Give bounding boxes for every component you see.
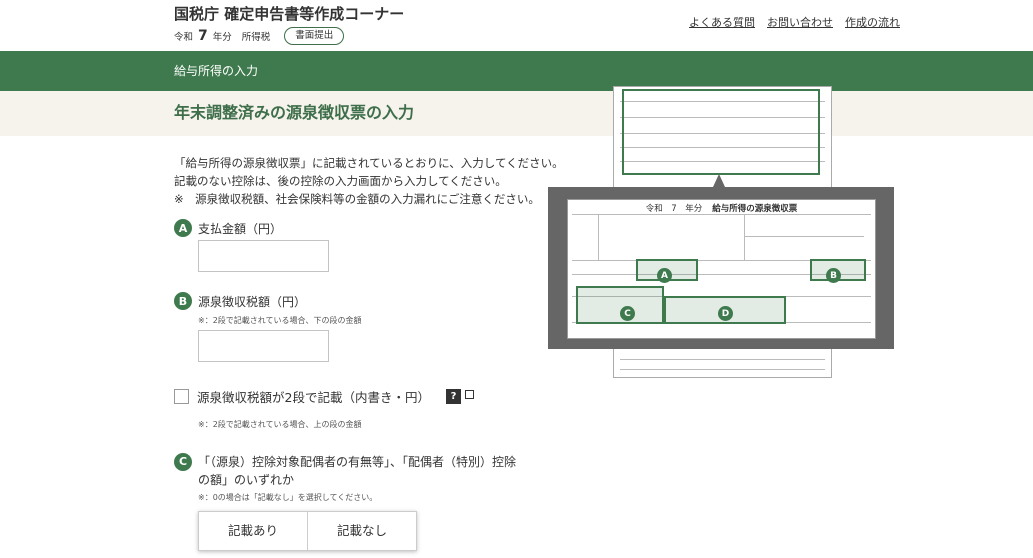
option-absent-button[interactable]: 記載なし [308,511,417,551]
help-icon[interactable]: ? [445,389,461,404]
payment-amount-label-row: A 支払金額（円） [174,219,282,237]
marker-a-badge: A [174,219,192,237]
intro-line: 「給与所得の源泉徴収票」に記載されているとおりに、入力してください。 [174,156,564,170]
page-title: 年末調整済みの源泉徴収票の入力 [0,91,1033,136]
two-row-checkbox[interactable] [174,389,189,404]
slip-highlight-region [622,89,820,175]
spouse-deduction-label: 「（源泉）控除対象配偶者の有無等」、「配偶者（特別）控除の額」のいずれか [198,455,517,487]
year-unit: 年分 [212,32,232,43]
payment-amount-input[interactable] [198,240,329,272]
flow-link[interactable]: 作成の流れ [845,14,900,30]
two-row-label: 源泉徴収税額が2段で記載（内書き・円） [197,390,430,405]
spouse-deduction-label-row: C 「（源泉）控除対象配偶者の有無等」、「配偶者（特別）控除の額」のいずれか [174,453,522,489]
withholding-tax-input[interactable] [198,330,329,362]
withholding-tax-note: ※：2段で記載されている場合、下の段の金額 [198,316,362,325]
intro-line: 記載のない控除は、後の控除の入力画面から入力してください。 [174,174,507,188]
era-label: 令和 [174,32,194,43]
two-row-note: ※：2段で記載されている場合、上の段の金額 [198,420,362,429]
slip-marker-a: A [657,268,672,283]
zoomed-slip: 令和 7 年分 給与所得の源泉徴収票 A B C D [567,199,876,339]
site-title: 国税庁 確定申告書等作成コーナー [174,5,405,23]
spouse-deduction-note: ※：0の場合は「記載なし」を選択してください。 [198,493,378,502]
top-links: よくある質問 お問い合わせ 作成の流れ [689,14,900,30]
two-row-checkbox-row: 源泉徴収税額が2段で記載（内書き・円） ? [174,387,474,406]
slip-title-text: 給与所得の源泉徴収票 [712,204,798,214]
paper-submission-button[interactable]: 書面提出 [284,27,345,45]
header: 国税庁 確定申告書等作成コーナー 令和 7 年分 所得税 書面提出 よくある質問… [0,0,1033,51]
tax-type: 所得税 [241,32,271,43]
marker-c-badge: C [174,453,192,471]
payment-amount-label: 支払金額（円） [198,221,283,236]
marker-b-badge: B [174,292,192,310]
withholding-tax-label: 源泉徴収税額（円） [198,294,307,309]
slip-marker-c: C [620,306,635,321]
spouse-deduction-toggle: 記載あり 記載なし [198,511,417,551]
year-row: 令和 7 年分 所得税 書面提出 [174,27,345,45]
faq-link[interactable]: よくある質問 [689,14,755,30]
zoom-pointer [713,174,725,187]
slip-box-c [576,286,664,324]
new-window-icon [464,390,474,399]
year-number: 7 [198,28,208,44]
slip-marker-d: D [718,306,733,321]
slip-marker-b: B [826,268,841,283]
intro-line: ※ 源泉徴収税額、社会保険料等の金額の入力漏れにご注意ください。 [174,192,540,206]
contact-link[interactable]: お問い合わせ [767,14,833,30]
withholding-tax-label-row: B 源泉徴収税額（円） [174,292,306,310]
section-bar: 給与所得の入力 [0,51,1033,91]
intro-text: 「給与所得の源泉徴収票」に記載されているとおりに、入力してください。 記載のない… [174,154,564,208]
slip-title: 令和 7 年分 給与所得の源泉徴収票 [568,202,875,214]
option-present-button[interactable]: 記載あり [198,511,308,551]
slip-title-year: 令和 7 年分 [645,204,703,214]
